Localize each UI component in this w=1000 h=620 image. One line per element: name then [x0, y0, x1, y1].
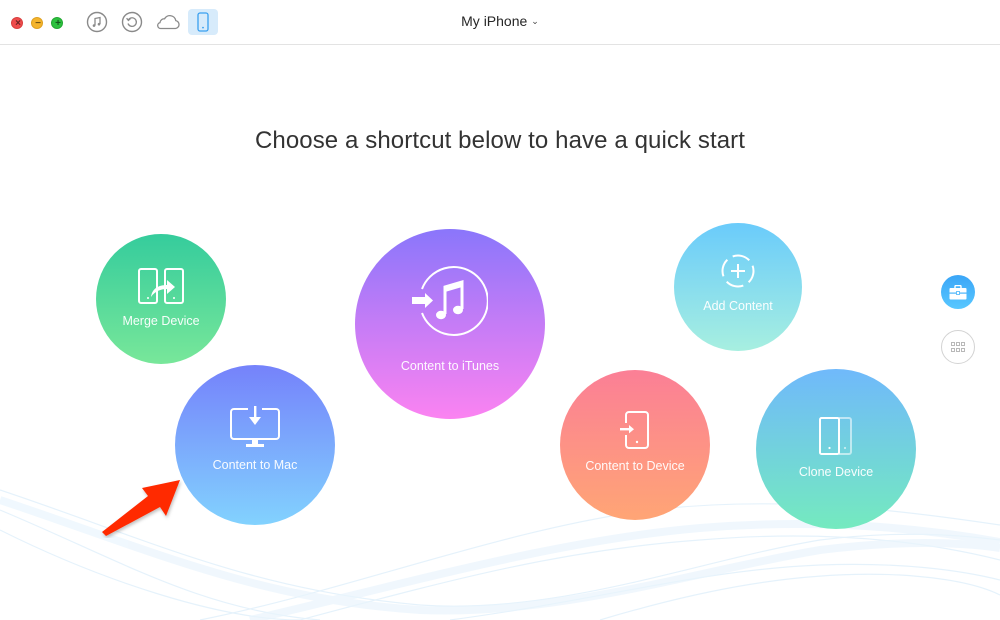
itunes-transfer-icon	[412, 266, 488, 336]
add-icon	[721, 254, 755, 288]
shortcut-merge-device[interactable]: Merge Device	[96, 234, 226, 364]
all-categories-button[interactable]	[941, 330, 975, 364]
shortcut-clone-device[interactable]: Clone Device	[756, 369, 916, 529]
grid-icon	[951, 342, 965, 352]
title-bar: × − + My iPhone ⌄	[0, 0, 1000, 45]
shortcut-label: Content to Device	[585, 459, 685, 473]
shortcut-label: Merge Device	[122, 313, 200, 328]
toolkit-button[interactable]	[941, 275, 975, 309]
shortcut-label: Add Content	[703, 299, 773, 313]
shortcut-content-to-itunes[interactable]: Content to iTunes	[355, 229, 545, 419]
briefcase-icon	[949, 284, 967, 299]
device-name: My iPhone	[461, 13, 528, 29]
shortcut-content-to-mac[interactable]: Content to Mac	[175, 365, 335, 525]
shortcut-label: Content to Mac	[212, 458, 298, 472]
shortcut-add-content[interactable]: Add Content	[674, 223, 802, 351]
shortcut-content-to-device[interactable]: Content to Device	[560, 370, 710, 520]
page-heading: Choose a shortcut below to have a quick …	[254, 127, 746, 154]
mac-download-icon	[230, 406, 280, 447]
device-selector[interactable]: My iPhone ⌄	[0, 13, 1000, 29]
merge-device-icon	[138, 267, 184, 304]
chevron-down-icon: ⌄	[531, 16, 539, 26]
device-import-icon	[620, 411, 649, 449]
shortcut-label: Clone Device	[798, 465, 874, 479]
annotation-arrow-icon	[102, 480, 180, 536]
clone-device-icon	[819, 417, 852, 455]
shortcut-label: Content to iTunes	[400, 359, 500, 373]
